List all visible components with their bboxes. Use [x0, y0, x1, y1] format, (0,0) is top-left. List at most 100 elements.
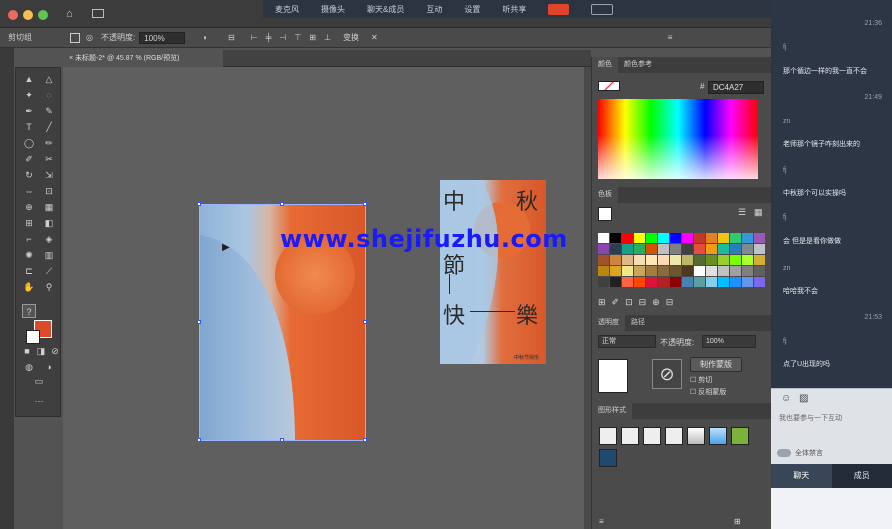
- meeting-item-camera[interactable]: 摄像头: [321, 4, 345, 15]
- pen-tool-icon[interactable]: ✒: [22, 104, 36, 118]
- color-swatch[interactable]: [622, 244, 633, 254]
- new-style-icon[interactable]: ⊞: [734, 517, 741, 526]
- curvature-tool-icon[interactable]: ✎: [42, 104, 56, 118]
- color-swatch[interactable]: [682, 244, 693, 254]
- graphic-style-thumb[interactable]: [599, 449, 617, 467]
- selection-handle[interactable]: [197, 438, 201, 442]
- tab-color[interactable]: 颜色: [592, 57, 618, 73]
- color-swatch[interactable]: [754, 255, 765, 265]
- color-swatch[interactable]: [670, 233, 681, 243]
- color-swatch[interactable]: [694, 244, 705, 254]
- color-swatch[interactable]: [682, 255, 693, 265]
- gradient-tool-icon[interactable]: ◧: [42, 216, 56, 230]
- color-swatch[interactable]: [742, 244, 753, 254]
- recolor-icon[interactable]: ◎: [86, 33, 93, 42]
- color-swatch[interactable]: [658, 233, 669, 243]
- poster-artboard[interactable]: 中 秋 節 快 樂 中秋节快乐: [440, 180, 546, 364]
- color-swatch[interactable]: [730, 277, 741, 287]
- object-thumbnail[interactable]: [598, 359, 628, 393]
- color-swatch[interactable]: [622, 233, 633, 243]
- blend-tool-icon[interactable]: ◈: [42, 232, 56, 246]
- width-tool-icon[interactable]: ⇔: [22, 184, 36, 198]
- chat-input[interactable]: 我也要参与一下互动: [779, 413, 842, 423]
- color-swatch[interactable]: [706, 255, 717, 265]
- clip-group-icon[interactable]: [70, 32, 80, 43]
- column-graph-tool-icon[interactable]: ▥: [42, 248, 56, 262]
- color-swatch[interactable]: [718, 244, 729, 254]
- color-swatch[interactable]: [622, 266, 633, 276]
- graphic-style-thumb[interactable]: [599, 427, 617, 445]
- color-swatch[interactable]: [634, 277, 645, 287]
- tab-graphic-styles[interactable]: 图形样式: [592, 403, 632, 419]
- color-swatch[interactable]: [670, 266, 681, 276]
- color-swatch[interactable]: [754, 266, 765, 276]
- invert-mask-checkbox[interactable]: ☐ 反相蒙版: [690, 387, 726, 397]
- grid-view-icon[interactable]: ▦: [754, 207, 763, 218]
- clip-checkbox[interactable]: ☐ 剪切: [690, 375, 712, 385]
- emoji-icon[interactable]: ☺: [781, 393, 791, 404]
- color-mode-icon[interactable]: ■: [20, 344, 34, 358]
- color-swatch[interactable]: [610, 233, 621, 243]
- color-swatch[interactable]: [658, 277, 669, 287]
- more-tools-icon[interactable]: ···: [32, 394, 46, 408]
- selection-handle[interactable]: [280, 202, 284, 206]
- opacity-field[interactable]: 100%: [139, 31, 186, 44]
- ellipse-tool-icon[interactable]: ◯: [22, 136, 36, 150]
- tab-color-guide[interactable]: 颜色参考: [618, 57, 658, 73]
- direct-selection-tool-icon[interactable]: △: [42, 72, 56, 86]
- scale-tool-icon[interactable]: ⇲: [42, 168, 56, 182]
- graphic-style-thumb[interactable]: [643, 427, 661, 445]
- tab-transparency[interactable]: 透明度: [592, 315, 625, 331]
- screen-mode-icon[interactable]: ▭: [32, 374, 46, 388]
- paintbrush-tool-icon[interactable]: ✏: [42, 136, 56, 150]
- color-swatch[interactable]: [730, 244, 741, 254]
- selection-handle[interactable]: [197, 202, 201, 206]
- perspective-grid-tool-icon[interactable]: ▦: [42, 200, 56, 214]
- color-swatch[interactable]: [718, 277, 729, 287]
- color-swatch[interactable]: [646, 233, 657, 243]
- color-swatch[interactable]: [598, 255, 609, 265]
- document-tab[interactable]: × 未标题-2* @ 45.87 % (RGB/预览): [63, 50, 223, 67]
- color-swatch[interactable]: [646, 244, 657, 254]
- meeting-item-chat[interactable]: 聊天&成员: [367, 4, 404, 15]
- tab-swatches[interactable]: 色板: [592, 187, 618, 203]
- style-library-icon[interactable]: ≡: [599, 517, 604, 526]
- meeting-item-settings[interactable]: 设置: [464, 4, 480, 15]
- color-swatch[interactable]: [694, 255, 705, 265]
- blend-mode-select[interactable]: 正常: [598, 335, 656, 348]
- color-swatch[interactable]: [742, 233, 753, 243]
- workspace-switcher-icon[interactable]: [92, 9, 104, 18]
- color-swatch[interactable]: [658, 266, 669, 276]
- color-swatch[interactable]: [646, 266, 657, 276]
- meeting-item-interact[interactable]: 互动: [426, 4, 442, 15]
- meeting-red-button[interactable]: [548, 3, 570, 15]
- swatch-fill-indicator[interactable]: [598, 207, 612, 221]
- color-swatch[interactable]: [754, 233, 765, 243]
- none-mode-icon[interactable]: ⊘: [48, 344, 62, 358]
- color-swatch[interactable]: [718, 255, 729, 265]
- eyedropper-tool-icon[interactable]: ⌐: [22, 232, 36, 246]
- gradient-mode-icon[interactable]: ◨: [34, 344, 48, 358]
- zoom-window-button[interactable]: [38, 10, 48, 20]
- color-swatch[interactable]: [730, 266, 741, 276]
- align-top-icon[interactable]: ⊤: [294, 33, 301, 42]
- draw-behind-icon[interactable]: ◑: [42, 360, 56, 374]
- style-icon[interactable]: ◐: [203, 33, 208, 42]
- mask-none-icon[interactable]: ⊘: [652, 359, 682, 389]
- artboard-tool-icon[interactable]: ⊏: [22, 264, 36, 278]
- align-left-icon[interactable]: ⊢: [251, 33, 258, 42]
- color-swatch[interactable]: [706, 244, 717, 254]
- color-swatch[interactable]: [742, 255, 753, 265]
- color-swatch[interactable]: [598, 233, 609, 243]
- color-swatch[interactable]: [634, 266, 645, 276]
- color-swatch[interactable]: [670, 277, 681, 287]
- make-mask-button[interactable]: 制作蒙版: [690, 357, 742, 372]
- type-tool-icon[interactable]: T: [22, 120, 36, 134]
- canvas-scrollbar[interactable]: [584, 67, 591, 529]
- stroke-swatch[interactable]: [26, 330, 40, 344]
- color-swatch[interactable]: [610, 266, 621, 276]
- home-icon[interactable]: ⌂: [66, 8, 73, 20]
- color-swatch[interactable]: [670, 255, 681, 265]
- color-swatch[interactable]: [718, 233, 729, 243]
- color-spectrum[interactable]: [598, 99, 758, 179]
